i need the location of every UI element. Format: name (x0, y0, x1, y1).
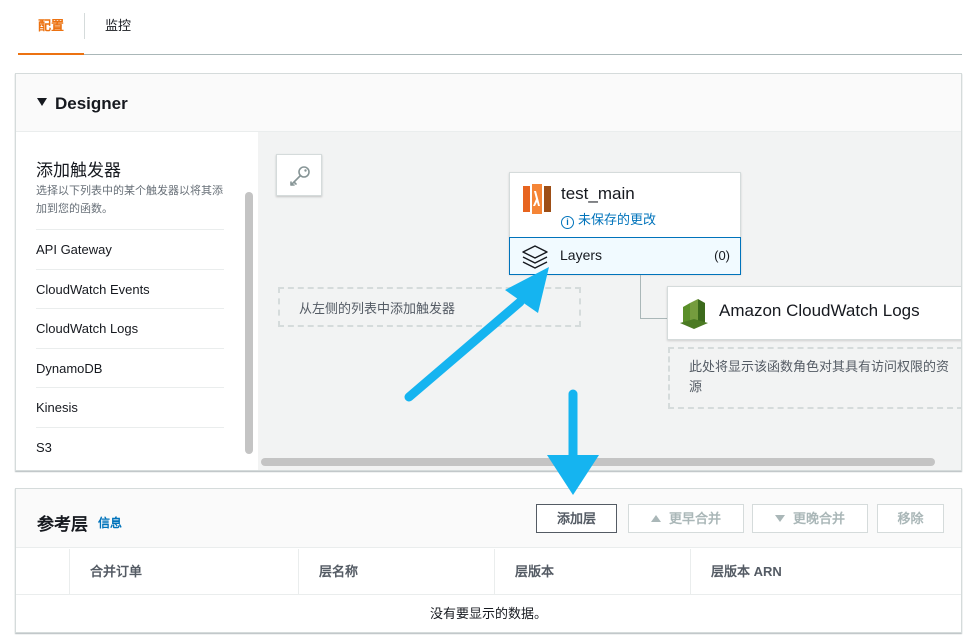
trigger-item-dynamodb[interactable]: DynamoDB (36, 348, 224, 388)
triangle-up-icon (650, 515, 661, 522)
connector-line (640, 275, 641, 318)
lambda-console-page: 配置 监控 Designer 添加触发器 选择以下列表中的某个触发器以将其添加到… (0, 0, 974, 643)
trigger-item-cloudwatch-events[interactable]: CloudWatch Events (36, 269, 224, 309)
trigger-item-cloudwatch-logs[interactable]: CloudWatch Logs (36, 308, 224, 348)
trigger-list-scrollbar[interactable] (245, 192, 253, 454)
info-link[interactable]: 信息 (98, 514, 122, 531)
layers-button[interactable]: Layers (0) (509, 237, 741, 275)
merge-earlier-label: 更早合并 (668, 511, 721, 526)
layers-label: Layers (560, 247, 603, 263)
layers-count: (0) (714, 248, 730, 263)
function-card[interactable]: test_main i 未保存的更改 Layers (0) (509, 172, 741, 275)
column-header-layer-version-arn[interactable]: 层版本 ARN (690, 549, 782, 595)
tab-bar: 配置 监控 (18, 0, 962, 55)
merge-later-label: 更晚合并 (792, 511, 845, 526)
trigger-item-s3[interactable]: S3 (36, 427, 224, 467)
tab-monitor[interactable]: 监控 (85, 0, 151, 55)
column-header-layer-version[interactable]: 层版本 (494, 549, 554, 595)
remove-layer-button[interactable]: 移除 (877, 504, 944, 533)
reference-layers-title: 参考层 (37, 515, 88, 534)
caret-down-icon[interactable] (37, 98, 47, 106)
trigger-item-api-gateway[interactable]: API Gateway (36, 229, 224, 269)
table-header: 合并订单 层名称 层版本 层版本 ARN (16, 549, 961, 595)
triangle-down-icon (774, 515, 785, 522)
unsaved-changes-text: 未保存的更改 (578, 212, 657, 227)
key-tile[interactable] (276, 154, 322, 196)
column-header-layer-name[interactable]: 层名称 (298, 549, 358, 595)
empty-table-message: 没有要显示的数据。 (429, 606, 547, 621)
cloudwatch-logs-icon (680, 299, 708, 329)
reference-layers-panel: 参考层 信息 添加层 更早合并 更晚合并 移除 合并订单 层名称 层版本 层版本… (15, 488, 962, 633)
designer-panel: Designer 添加触发器 选择以下列表中的某个触发器以将其添加到您的函数。 … (15, 73, 962, 471)
lambda-icon (523, 184, 551, 214)
info-icon: i (561, 216, 574, 229)
merge-later-button[interactable]: 更晚合并 (752, 504, 868, 533)
resources-hint: 此处将显示该函数角色对其具有访问权限的资源 (668, 347, 961, 409)
canvas-scrollbar[interactable] (261, 458, 935, 466)
designer-header[interactable]: Designer (16, 74, 961, 132)
trigger-item-kinesis[interactable]: Kinesis (36, 387, 224, 427)
designer-canvas: 从左侧的列表中添加触发器 test_main i 未保存的更改 Layers (… (258, 132, 961, 470)
column-header-merge-order[interactable]: 合并订单 (69, 549, 142, 595)
layers-icon (522, 245, 548, 269)
trigger-list: 添加触发器 选择以下列表中的某个触发器以将其添加到您的函数。 API Gatew… (16, 132, 256, 470)
cloudwatch-logs-card[interactable]: Amazon CloudWatch Logs (667, 286, 961, 340)
function-name: test_main (561, 184, 635, 203)
trigger-drop-zone: 从左侧的列表中添加触发器 (278, 287, 581, 327)
reference-layers-header: 参考层 信息 添加层 更早合并 更晚合并 移除 (16, 489, 961, 548)
trigger-heading: 添加触发器 (36, 161, 121, 180)
unsaved-changes-status: i 未保存的更改 (561, 209, 656, 229)
add-layer-button[interactable]: 添加层 (536, 504, 617, 533)
cloudwatch-logs-name: Amazon CloudWatch Logs (719, 301, 920, 320)
trigger-description: 选择以下列表中的某个触发器以将其添加到您的函数。 (36, 185, 223, 215)
key-icon (290, 166, 310, 186)
merge-earlier-button[interactable]: 更早合并 (628, 504, 744, 533)
connector-line (640, 318, 668, 319)
designer-title: Designer (55, 94, 128, 113)
tab-config[interactable]: 配置 (18, 0, 85, 55)
